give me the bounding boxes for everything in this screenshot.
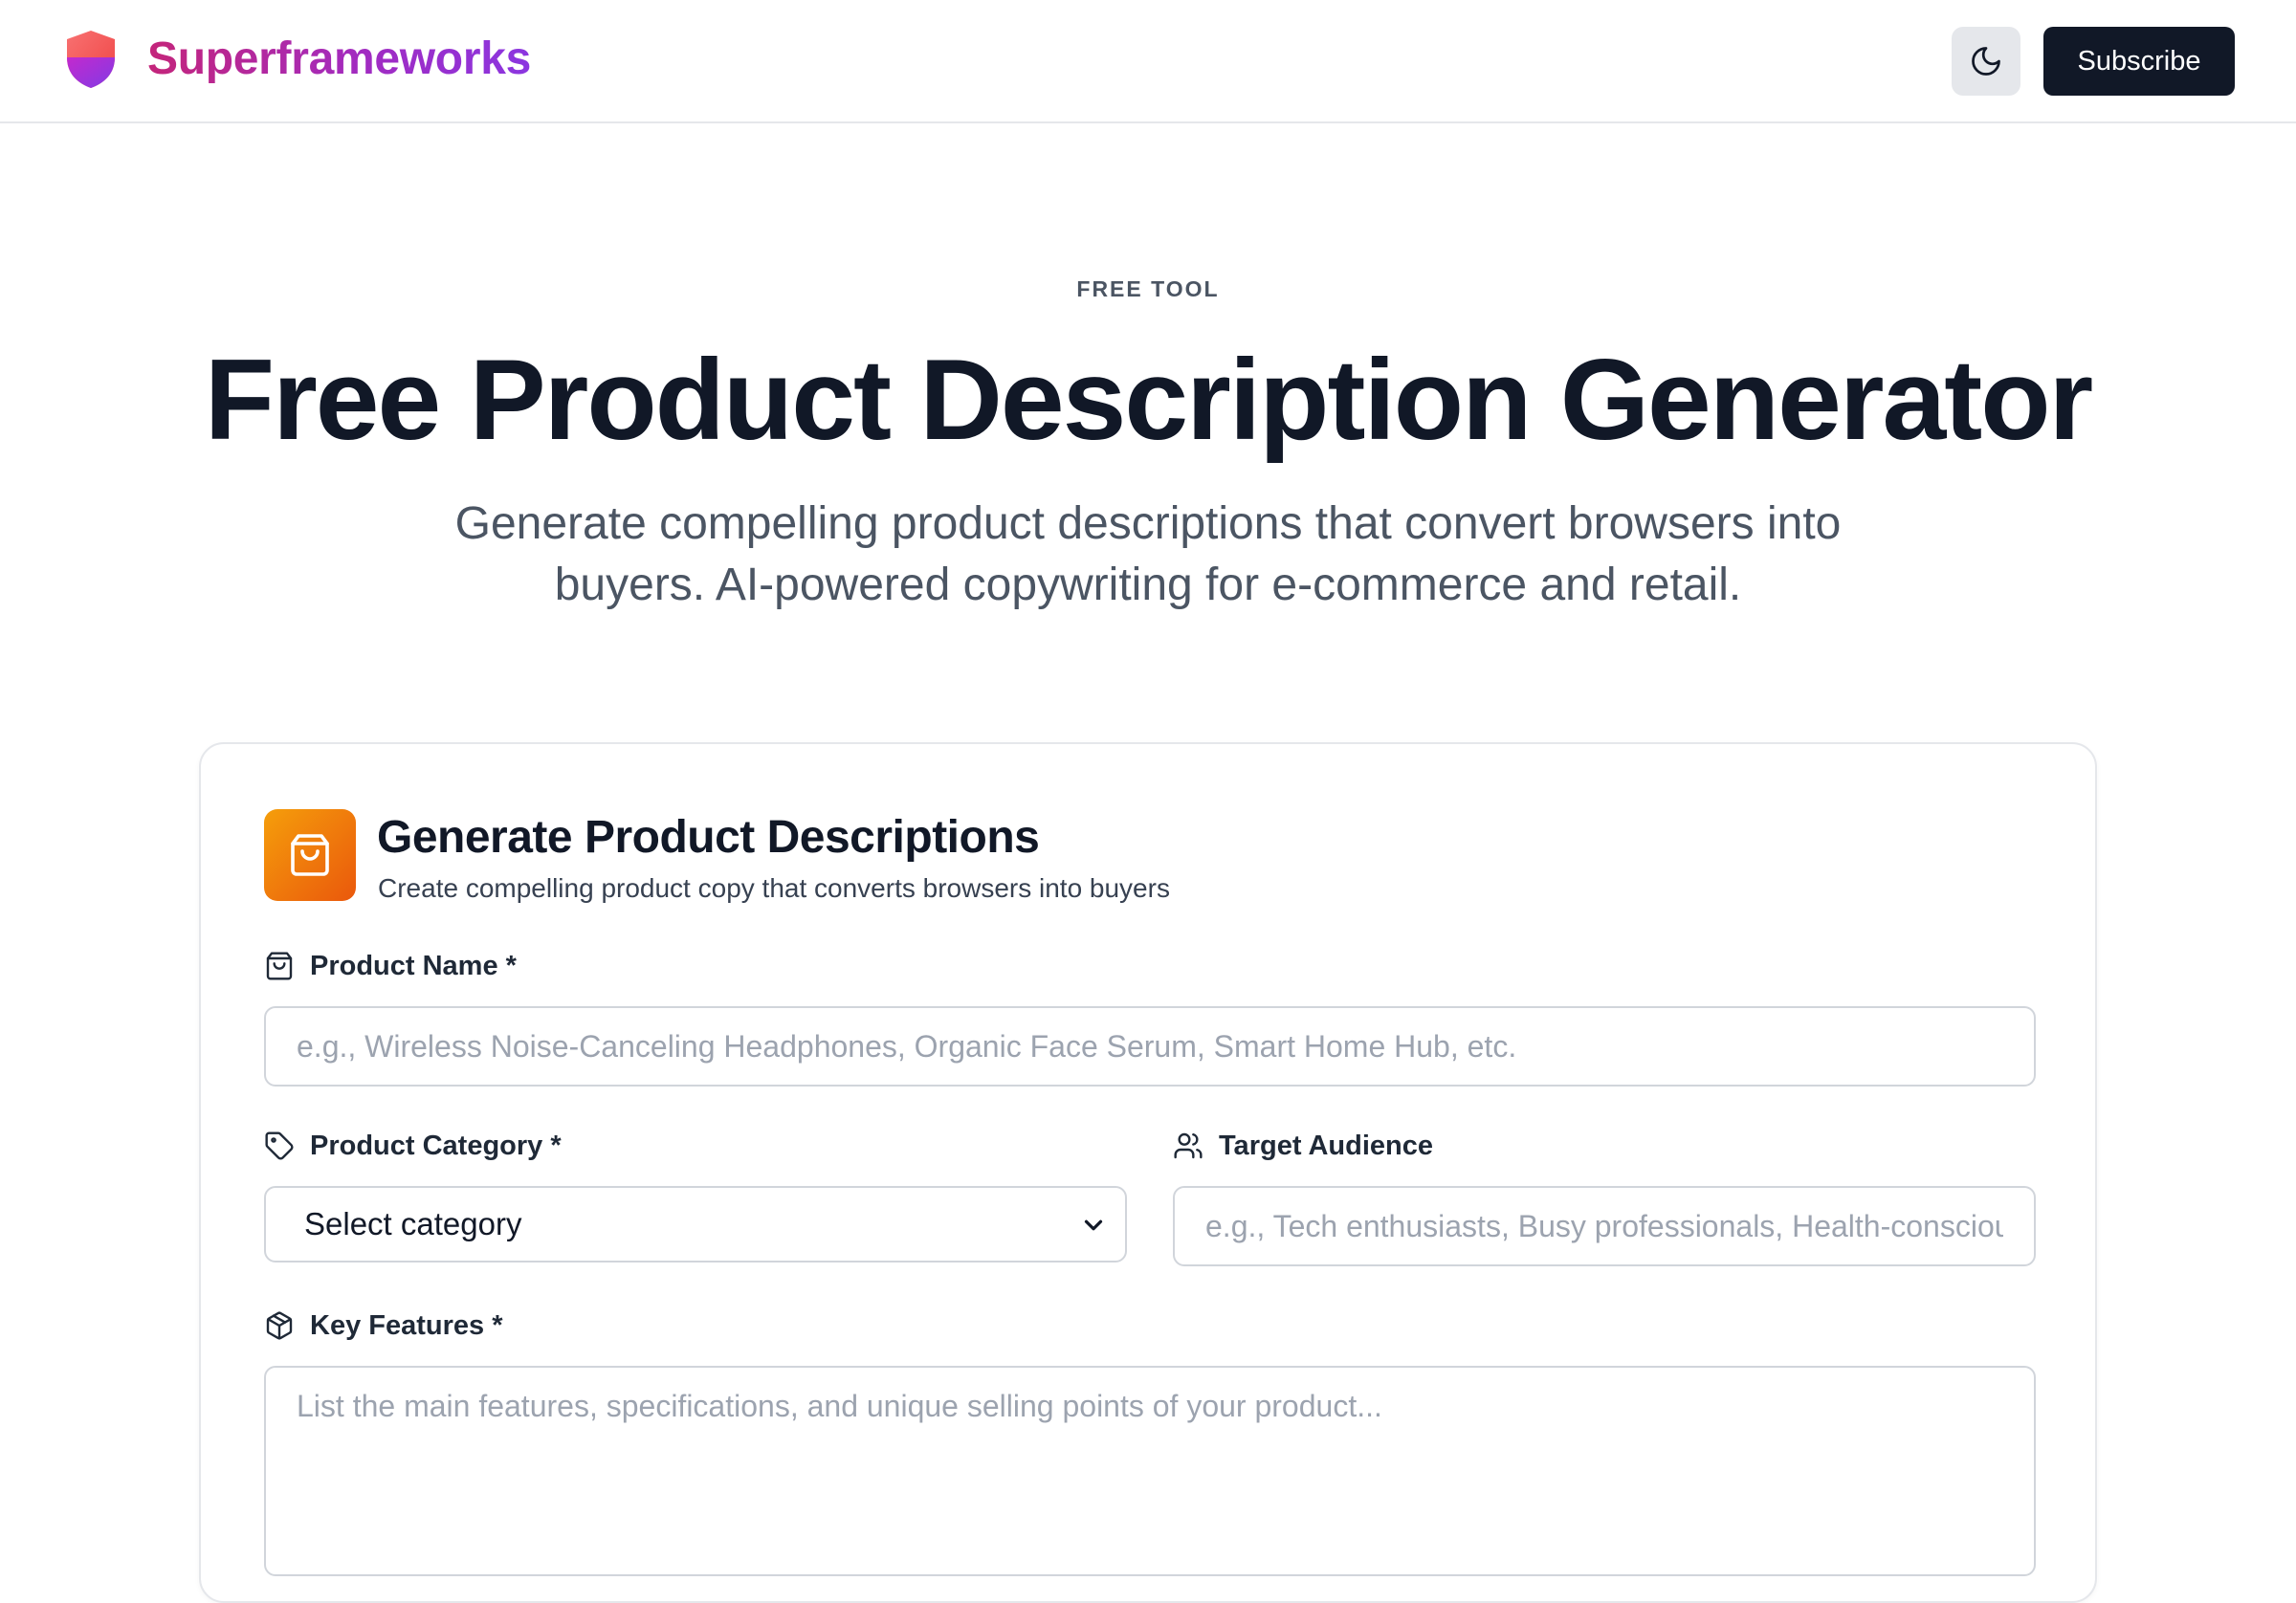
page-title: Free Product Description Generator xyxy=(204,336,2093,464)
key-features-label-text: Key Features * xyxy=(310,1310,503,1341)
target-audience-input[interactable] xyxy=(1173,1186,2036,1266)
product-name-label-text: Product Name * xyxy=(310,951,517,981)
product-category-label-text: Product Category * xyxy=(310,1131,562,1161)
page-subtitle: Generate compelling product descriptions… xyxy=(454,498,1842,610)
key-features-textarea[interactable] xyxy=(264,1366,2036,1576)
tag-icon xyxy=(265,1131,294,1160)
users-icon xyxy=(1174,1132,1203,1159)
generator-card: Generate Product Descriptions Create com… xyxy=(199,742,2097,1603)
brand-name: Superframeworks xyxy=(147,29,531,90)
target-audience-label-text: Target Audience xyxy=(1219,1131,1433,1161)
key-features-label: Key Features * xyxy=(264,1308,503,1343)
shield-logo-icon xyxy=(67,31,115,88)
product-category-selected: Select category xyxy=(304,1206,522,1241)
target-audience-label: Target Audience xyxy=(1173,1129,1433,1163)
subscribe-button[interactable]: Subscribe xyxy=(2043,27,2235,96)
moon-icon xyxy=(1972,47,2000,76)
eyebrow-label: FREE TOOL xyxy=(1076,276,1220,301)
product-name-label: Product Name * xyxy=(264,949,517,983)
top-nav: Superframeworks Subscribe xyxy=(0,0,2296,123)
theme-toggle-button[interactable] xyxy=(1952,27,2020,96)
package-icon xyxy=(266,1311,293,1340)
product-name-input[interactable] xyxy=(264,1006,2036,1087)
card-subtitle: Create compelling product copy that conv… xyxy=(378,873,1170,903)
shopping-bag-icon xyxy=(291,834,329,876)
product-category-label: Product Category * xyxy=(264,1129,562,1163)
card-title: Generate Product Descriptions xyxy=(377,812,1040,863)
brand-link[interactable]: Superframeworks xyxy=(63,29,531,90)
card-icon-badge xyxy=(264,809,356,901)
chevron-down-icon xyxy=(1084,1219,1103,1231)
shopping-bag-icon xyxy=(266,952,293,980)
product-category-select[interactable]: Select category xyxy=(264,1186,1127,1263)
